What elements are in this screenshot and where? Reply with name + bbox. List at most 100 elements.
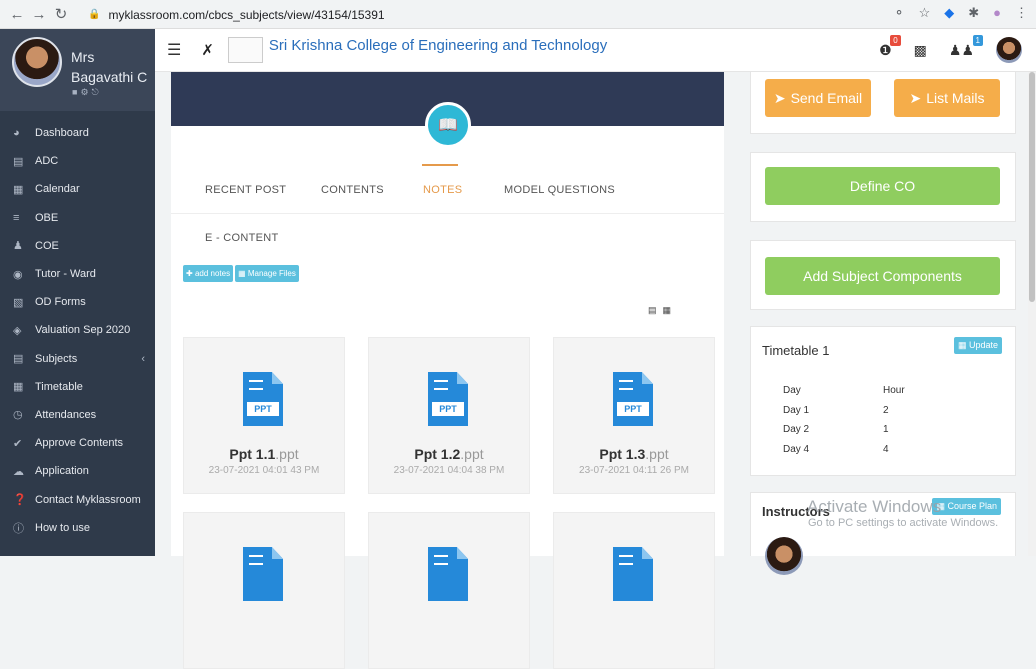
group-badge: 1 — [972, 34, 983, 46]
book-icon: ▤ — [13, 353, 24, 366]
sidebar-item-od-forms[interactable]: ▧ OD Forms — [0, 288, 155, 316]
sidebar-item-timetable[interactable]: ▦ Timetable — [0, 373, 155, 401]
forward-icon[interactable]: → — [28, 6, 50, 23]
sidebar-item-label: Valuation Sep 2020 — [35, 324, 131, 337]
menu-toggle-icon[interactable]: ☰ — [167, 40, 181, 60]
sidebar-item-label: OBE — [35, 211, 59, 224]
main-panel: 📖 RECENT POST CONTENTS NOTES MODEL QUEST… — [171, 72, 724, 669]
browser-avatar-icon[interactable]: ● — [993, 5, 1001, 21]
sidebar-item-dashboard[interactable]: ◕ Dashboard — [0, 119, 155, 147]
url-text: myklassroom.com/cbcs_subjects/view/43154… — [108, 7, 385, 22]
avatar[interactable] — [996, 37, 1022, 63]
college-logo — [227, 37, 263, 63]
sidebar-item-valuation[interactable]: ◈ Valuation Sep 2020 — [0, 316, 155, 344]
add-subject-components-button[interactable]: Add Subject Components — [765, 257, 1000, 295]
tab-bar: RECENT POST CONTENTS NOTES MODEL QUESTIO… — [171, 164, 724, 214]
active-tab-indicator — [422, 164, 458, 166]
tab-model-questions[interactable]: MODEL QUESTIONS — [504, 184, 615, 196]
browser-extensions: ⚬ ☆ ◆ ✱ ● ⋮ — [894, 5, 1028, 21]
back-icon[interactable]: ← — [6, 6, 28, 23]
course-plan-button[interactable]: ▦ Course Plan — [932, 498, 1001, 515]
sidebar-item-tutor-ward[interactable]: ◉ Tutor - Ward — [0, 260, 155, 288]
sidebar-item-application[interactable]: ☁ Application — [0, 457, 155, 485]
sidebar-item-label: Dashboard — [35, 127, 89, 140]
sidebar-item-coe[interactable]: ♟ COE — [0, 232, 155, 260]
sidebar-item-calendar[interactable]: ▦ Calendar — [0, 175, 155, 203]
tab-recent-post[interactable]: RECENT POST — [205, 184, 286, 196]
ppt-file-icon: PPT — [613, 372, 653, 426]
notifications-button[interactable]: ❶ 0 — [879, 34, 901, 59]
sidebar-item-approve-contents[interactable]: ✔ Approve Contents — [0, 429, 155, 457]
list-view-icon[interactable]: ▤ — [648, 305, 657, 316]
scrollbar[interactable] — [1028, 72, 1036, 556]
file-card[interactable] — [183, 512, 345, 669]
sidebar-item-how-to-use[interactable]: ⓘ How to use — [0, 514, 155, 542]
reload-icon[interactable]: ↻ — [50, 5, 72, 23]
address-bar[interactable]: 🔒 myklassroom.com/cbcs_subjects/view/431… — [88, 4, 878, 25]
mail-panel: ➤ Send Email ➤ List Mails — [750, 72, 1016, 134]
sidebar-item-contact[interactable]: ❓ Contact Myklassroom — [0, 485, 155, 513]
profile-name: Mrs Bagavathi C — [71, 49, 148, 85]
add-notes-button[interactable]: ✚ add notes — [183, 265, 234, 282]
send-email-button[interactable]: ➤ Send Email — [765, 79, 871, 117]
file-card[interactable]: PPT Ppt 1.1.ppt 23-07-2021 04:01 43 PM — [183, 337, 345, 494]
dashboard-icon: ◕ — [13, 127, 20, 140]
stats-button[interactable]: ▩ — [914, 42, 927, 59]
tools-icon[interactable]: ✗ — [201, 41, 214, 59]
table-header: Day Hour — [783, 385, 905, 396]
logout-icon[interactable]: ⎋ — [92, 87, 102, 97]
sidebar-item-subjects[interactable]: ▤ Subjects ‹ — [0, 345, 155, 373]
avatar[interactable] — [12, 37, 62, 87]
sidebar-item-label: Attendances — [35, 408, 97, 421]
grid-view-icon[interactable]: ▦ — [663, 305, 672, 316]
sidebar-item-label: COE — [35, 239, 59, 252]
table-icon: ▦ — [13, 381, 24, 394]
file-date: 23-07-2021 04:11 26 PM — [579, 465, 689, 476]
bar-chart-icon: ▩ — [913, 41, 927, 58]
file-card[interactable] — [553, 512, 715, 669]
manage-files-label: Manage Files — [247, 269, 296, 278]
ppt-file-icon — [613, 547, 653, 601]
define-co-button[interactable]: Define CO — [765, 167, 1000, 205]
scrollbar-thumb[interactable] — [1029, 72, 1035, 302]
subject-components-panel: Add Subject Components — [750, 240, 1016, 310]
file-card[interactable] — [368, 512, 530, 669]
question-icon: ❓ — [13, 494, 27, 507]
tab-notes[interactable]: NOTES — [423, 184, 462, 196]
profile-settings-icon[interactable]: ⚙ — [80, 87, 91, 97]
notification-badge: 0 — [890, 34, 901, 46]
puzzle-icon[interactable]: ✱ — [968, 5, 979, 21]
update-label: Update — [968, 340, 998, 350]
file-card[interactable]: PPT Ppt 1.2.ppt 23-07-2021 04:04 38 PM — [368, 337, 530, 494]
more-icon[interactable]: ⋮ — [1015, 5, 1028, 21]
manage-files-button[interactable]: ▦ Manage Files — [235, 265, 299, 282]
section-title: E - CONTENT — [205, 232, 279, 244]
table-row: Day 12 — [783, 404, 889, 416]
star-icon[interactable]: ☆ — [919, 5, 931, 21]
sidebar-item-obe[interactable]: ≡ OBE — [0, 204, 155, 232]
tab-contents[interactable]: CONTENTS — [321, 184, 384, 196]
send-icon: ➤ — [909, 89, 922, 106]
extension-icon[interactable]: ◆ — [944, 5, 954, 21]
group-icon: ♟♟ — [948, 41, 974, 58]
key-icon[interactable]: ⚬ — [894, 5, 905, 21]
sidebar-item-attendances[interactable]: ◷ Attendances — [0, 401, 155, 429]
book-icon: 📖 — [425, 102, 471, 148]
list-mails-button[interactable]: ➤ List Mails — [894, 79, 1000, 117]
checkmark-icon: ✔ — [13, 437, 23, 450]
check-icon: ◈ — [13, 324, 22, 337]
file-name: Ppt 1.1.ppt — [229, 446, 299, 462]
avatar[interactable] — [765, 537, 803, 575]
ppt-file-icon: PPT — [243, 372, 283, 426]
groups-button[interactable]: ♟♟ 1 — [948, 34, 983, 59]
sidebar-item-adc[interactable]: ▤ ADC — [0, 147, 155, 175]
sidebar-item-label: Calendar — [35, 183, 80, 196]
ppt-file-icon — [243, 547, 283, 601]
file-name: Ppt 1.3.ppt — [599, 446, 669, 462]
sidebar-item-label: ADC — [35, 155, 59, 168]
file-card[interactable]: PPT Ppt 1.3.ppt 23-07-2021 04:11 26 PM — [553, 337, 715, 494]
update-button[interactable]: ▦ Update — [953, 337, 1002, 354]
user-icon: ♟ — [13, 240, 23, 253]
list-icon: ≡ — [13, 211, 20, 224]
ppt-file-icon: PPT — [428, 372, 468, 426]
